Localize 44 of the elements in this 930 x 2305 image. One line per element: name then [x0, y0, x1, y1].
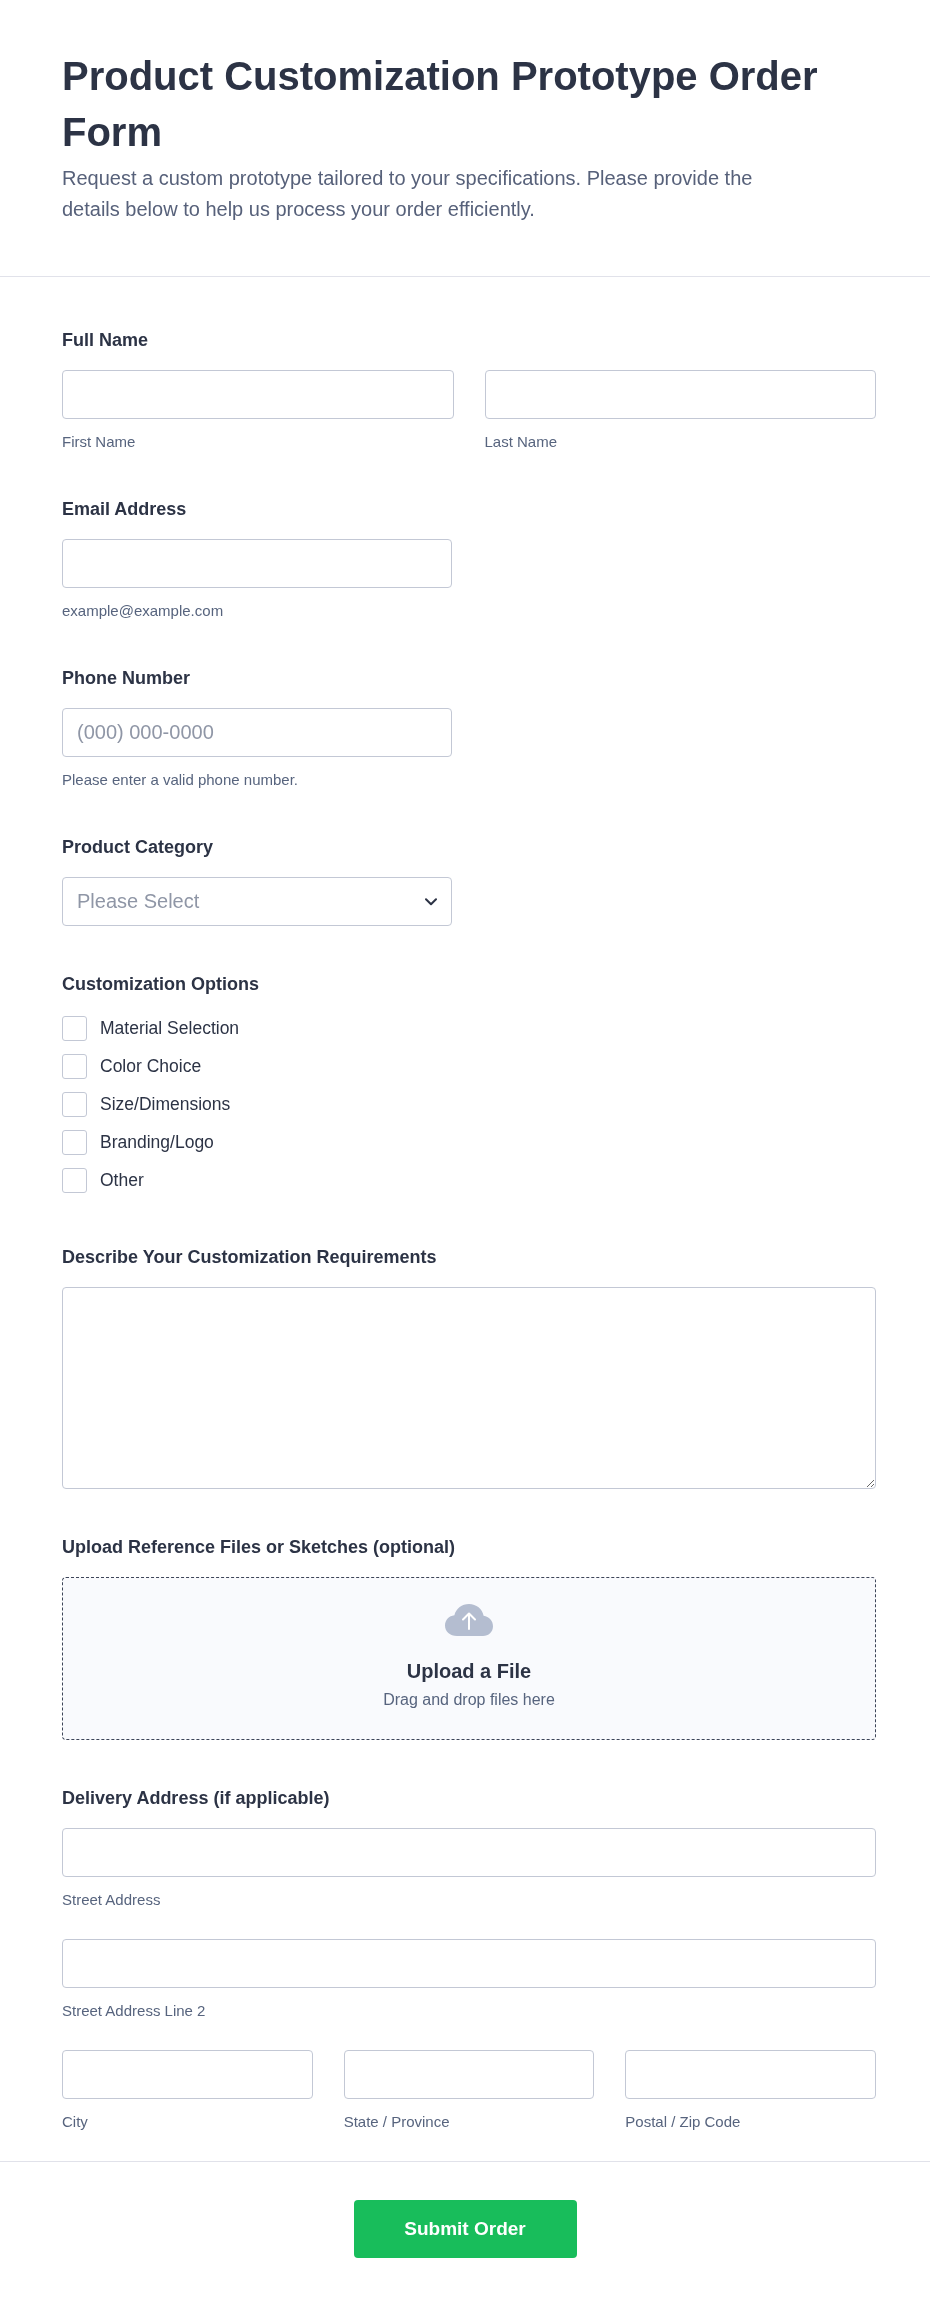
checkbox[interactable] [62, 1015, 87, 1041]
chevron-down-icon [425, 897, 437, 906]
checkbox-label[interactable]: Size/Dimensions [100, 1093, 231, 1115]
field-label: Product Category [62, 836, 214, 859]
text-area[interactable] [62, 1287, 876, 1489]
text-field[interactable] [62, 2050, 313, 2099]
upload-title: Upload a File [406, 1659, 532, 1684]
text-field[interactable] [484, 370, 876, 419]
field-label: Describe Your Customization Requirements [62, 1246, 437, 1269]
email-field[interactable] [62, 539, 452, 588]
field-caption: Please enter a valid phone number. [62, 771, 298, 789]
checkbox-label[interactable]: Other [100, 1169, 144, 1191]
checkbox[interactable] [62, 1167, 87, 1193]
field-label: Delivery Address (if applicable) [62, 1787, 330, 1810]
field-label: Upload Reference Files or Sketches (optional) [62, 1536, 456, 1559]
field-label: Phone Number [62, 667, 190, 690]
form-title: Product Customization Prototype Order Form [62, 53, 819, 156]
field-caption: First Name [62, 433, 136, 451]
field-caption: example@example.com [62, 602, 224, 620]
checkbox-label[interactable]: Branding/Logo [100, 1131, 214, 1153]
upload-hint: Drag and drop files here [383, 1690, 555, 1710]
checkbox[interactable] [62, 1091, 87, 1117]
phone-field[interactable]: (000) 000-0000 [62, 708, 452, 757]
field-caption: City [62, 2113, 88, 2131]
cloud-upload-icon [445, 1604, 493, 1636]
checkbox-label[interactable]: Color Choice [100, 1055, 202, 1077]
field-caption: Street Address Line 2 [62, 2002, 206, 2020]
field-label: Full Name [62, 329, 149, 352]
field-label: Customization Options [62, 973, 259, 996]
field-label: Email Address [62, 498, 187, 521]
text-field[interactable] [62, 370, 454, 419]
checkbox-label[interactable]: Material Selection [100, 1017, 240, 1039]
text-field[interactable] [625, 2050, 876, 2099]
upload-dropzone[interactable]: Upload a File Drag and drop files here [62, 1577, 876, 1740]
field-caption: Postal / Zip Code [625, 2113, 741, 2131]
checkbox[interactable] [62, 1053, 87, 1079]
field-caption: Last Name [484, 433, 558, 451]
text-field[interactable] [343, 2050, 595, 2099]
text-field[interactable] [62, 1939, 876, 1988]
text-field[interactable] [62, 1828, 876, 1877]
field-caption: Street Address [62, 1891, 161, 1909]
field-caption: State / Province [343, 2113, 450, 2131]
checkbox[interactable] [62, 1129, 87, 1155]
form-description: Request a custom prototype tailored to your specifications. Please provide the details below to help us process your order efficiently. [62, 166, 754, 222]
